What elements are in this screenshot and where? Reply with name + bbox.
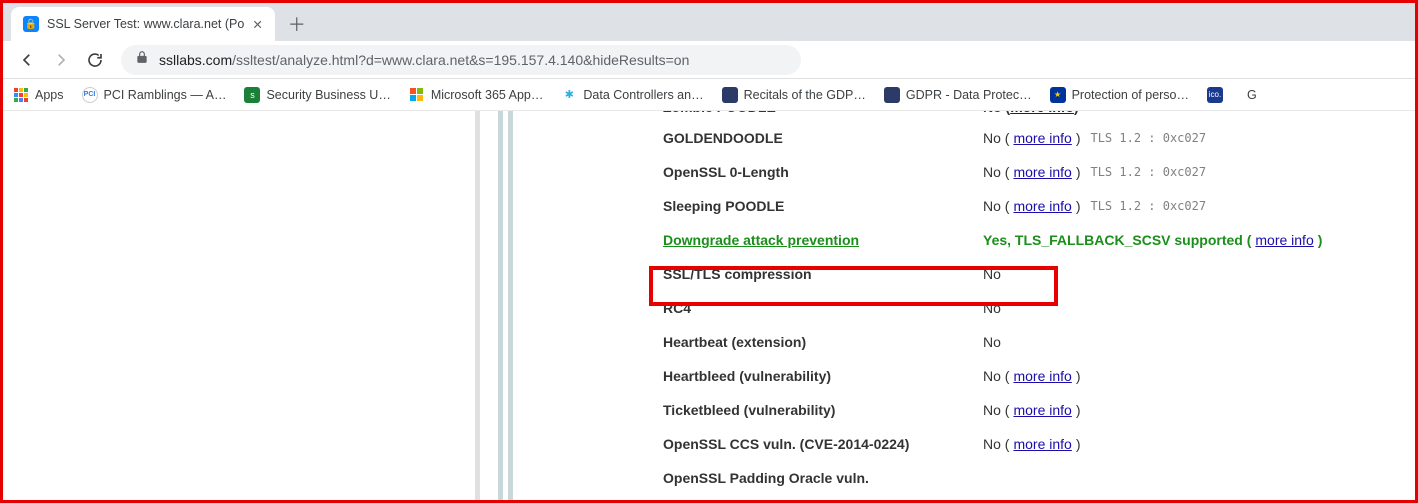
bookmark-favicon — [722, 87, 738, 103]
bookmark-label: PCI Ramblings — A… — [104, 88, 227, 102]
divider — [498, 111, 503, 500]
results-table: Zombie POODLENo (more info)TLS 1.2 : 0xc… — [663, 111, 1405, 495]
table-row: OpenSSL CCS vuln. (CVE-2014-0224)No (mor… — [663, 427, 1405, 461]
table-row: SSL/TLS compressionNo — [663, 257, 1405, 291]
bookmark-item[interactable]: ✱ Data Controllers an… — [561, 87, 703, 103]
bookmark-label: Data Controllers an… — [583, 88, 703, 102]
row-value: No (more info) — [983, 164, 1080, 180]
table-row: GOLDENDOODLENo (more info) TLS 1.2 : 0xc0… — [663, 121, 1405, 155]
bookmark-item[interactable]: Microsoft 365 App… — [409, 87, 544, 103]
back-button[interactable] — [13, 46, 41, 74]
row-value: No (more info) — [983, 198, 1080, 214]
lock-icon — [135, 50, 149, 69]
table-row: Heartbleed (vulnerability)No (more info) — [663, 359, 1405, 393]
browser-toolbar: ssllabs.com/ssltest/analyze.html?d=www.c… — [3, 41, 1415, 79]
bookmark-favicon — [884, 87, 900, 103]
browser-tab[interactable]: 🔒 SSL Server Test: www.clara.net (Po ✕ — [11, 7, 275, 41]
bookmark-item[interactable]: G — [1247, 88, 1257, 102]
new-tab-button[interactable]: ＋ — [283, 10, 311, 38]
table-row: Heartbeat (extension)No — [663, 325, 1405, 359]
row-label: Heartbeat (extension) — [663, 334, 983, 350]
lock-favicon: 🔒 — [23, 16, 39, 32]
more-info-link[interactable]: more info — [1013, 198, 1071, 214]
bookmark-label: Apps — [35, 88, 64, 102]
bookmark-item[interactable]: ico. — [1207, 87, 1229, 103]
url-text: ssllabs.com/ssltest/analyze.html?d=www.c… — [159, 52, 689, 68]
close-tab-icon[interactable]: ✕ — [252, 17, 262, 32]
row-value: No — [983, 300, 1001, 316]
bookmark-label: Microsoft 365 App… — [431, 88, 544, 102]
table-row: OpenSSL 0-LengthNo (more info) TLS 1.2 : … — [663, 155, 1405, 189]
bookmark-label: Protection of perso… — [1072, 88, 1189, 102]
row-label: GOLDENDOODLE — [663, 130, 983, 146]
row-value: No — [983, 334, 1001, 350]
row-value: No (more info) — [983, 130, 1080, 146]
table-row: Sleeping POODLENo (more info) TLS 1.2 : 0… — [663, 189, 1405, 223]
bookmark-item[interactable]: PCI PCI Ramblings — A… — [82, 87, 227, 103]
row-label: RC4 — [663, 300, 983, 316]
row-value: No (more info) — [983, 402, 1080, 418]
more-info-link[interactable]: more info — [1013, 436, 1071, 452]
bookmark-item[interactable]: Apps — [13, 87, 64, 103]
table-row: OpenSSL Padding Oracle vuln. — [663, 461, 1405, 495]
table-row: Downgrade attack preventionYes, TLS_FALL… — [663, 223, 1405, 257]
more-info-link[interactable]: more info — [1013, 402, 1071, 418]
more-info-link[interactable]: more info — [1013, 164, 1071, 180]
row-meta: TLS 1.2 : 0xc027 — [1090, 131, 1206, 145]
bookmark-favicon — [409, 87, 425, 103]
forward-button[interactable] — [47, 46, 75, 74]
row-label: OpenSSL Padding Oracle vuln. — [663, 470, 983, 486]
row-value: No (more info) — [983, 436, 1080, 452]
address-bar[interactable]: ssllabs.com/ssltest/analyze.html?d=www.c… — [121, 45, 801, 75]
row-label: OpenSSL CCS vuln. (CVE-2014-0224) — [663, 436, 983, 452]
more-info-link[interactable]: more info — [1255, 232, 1313, 248]
bookmark-label: GDPR - Data Protec… — [906, 88, 1032, 102]
row-label: Downgrade attack prevention — [663, 232, 983, 248]
table-row-cut: Zombie POODLENo (more info)TLS 1.2 : 0xc… — [663, 111, 1405, 121]
more-info-link[interactable]: more info — [1013, 130, 1071, 146]
bookmark-item[interactable]: ★ Protection of perso… — [1050, 87, 1189, 103]
row-label: SSL/TLS compression — [663, 266, 983, 282]
bookmark-favicon: ✱ — [561, 87, 577, 103]
bookmark-label: Recitals of the GDP… — [744, 88, 866, 102]
table-row: RC4No — [663, 291, 1405, 325]
row-label: OpenSSL 0-Length — [663, 164, 983, 180]
bookmark-favicon: s — [244, 87, 260, 103]
row-meta: TLS 1.2 : 0xc027 — [1090, 199, 1206, 213]
bookmark-item[interactable]: Recitals of the GDP… — [722, 87, 866, 103]
row-value: No — [983, 266, 1001, 282]
row-label: Sleeping POODLE — [663, 198, 983, 214]
bookmarks-bar: Apps PCI PCI Ramblings — A… s Security Busin… — [3, 79, 1415, 111]
divider — [508, 111, 513, 500]
row-label: Heartbleed (vulnerability) — [663, 368, 983, 384]
bookmark-favicon: ★ — [1050, 87, 1066, 103]
page-content: Zombie POODLENo (more info)TLS 1.2 : 0xc… — [3, 111, 1415, 500]
row-meta: TLS 1.2 : 0xc027 — [1090, 165, 1206, 179]
tab-strip: 🔒 SSL Server Test: www.clara.net (Po ✕ ＋ — [3, 3, 1415, 41]
row-value: No (more info) — [983, 368, 1080, 384]
bookmark-favicon: PCI — [82, 87, 98, 103]
table-row: Ticketbleed (vulnerability)No (more info… — [663, 393, 1405, 427]
reload-button[interactable] — [81, 46, 109, 74]
tab-title: SSL Server Test: www.clara.net (Po — [47, 17, 244, 31]
row-value: Yes, TLS_FALLBACK_SCSV supported (more i… — [983, 232, 1322, 248]
divider — [475, 111, 480, 500]
bookmark-item[interactable]: GDPR - Data Protec… — [884, 87, 1032, 103]
bookmark-label: Security Business U… — [266, 88, 390, 102]
row-label: Ticketbleed (vulnerability) — [663, 402, 983, 418]
bookmark-favicon — [13, 87, 29, 103]
more-info-link[interactable]: more info — [1013, 368, 1071, 384]
bookmark-item[interactable]: s Security Business U… — [244, 87, 390, 103]
bookmark-favicon: ico. — [1207, 87, 1223, 103]
